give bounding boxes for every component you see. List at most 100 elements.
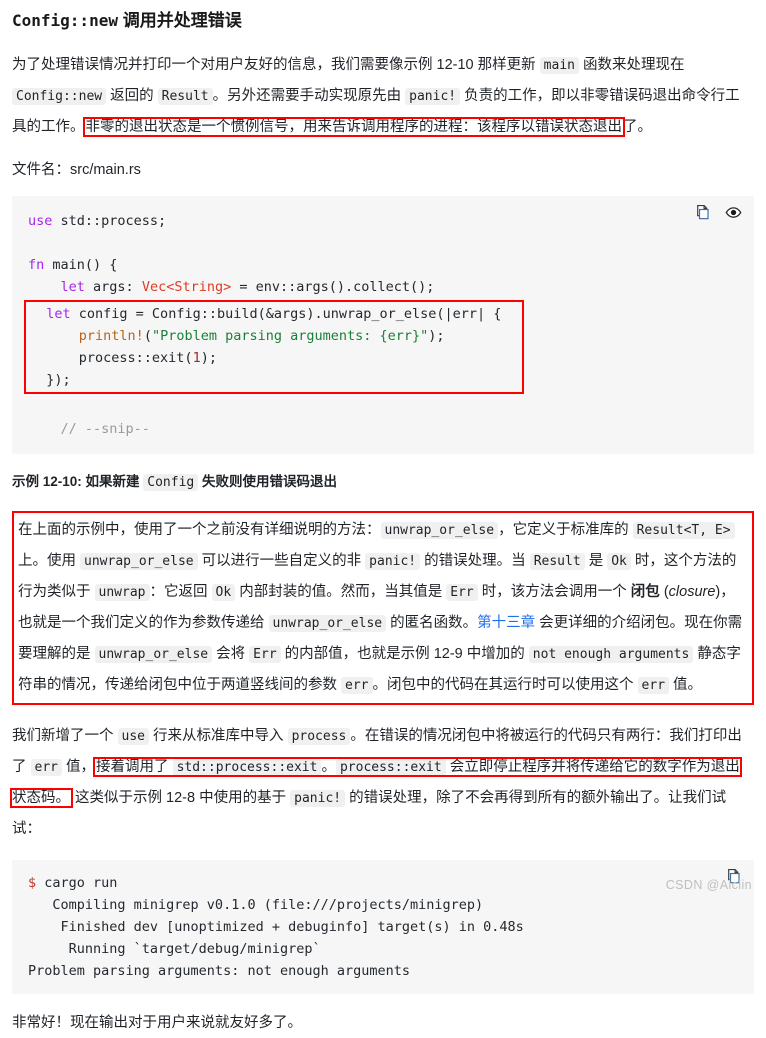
code-text: = env::args().collect();	[231, 279, 435, 296]
eye-icon[interactable]	[725, 204, 742, 221]
terminal-line: Compiling minigrep v0.1.0 (file:///proje…	[28, 897, 484, 914]
inline-code-process-exit: process::exit	[335, 759, 446, 777]
text-segment: ：它返回	[149, 584, 212, 601]
inline-code-unwrap-or-else: unwrap_or_else	[268, 615, 387, 633]
text-segment: 返回的	[106, 88, 158, 105]
inline-code-std-process-exit: std::process::exit	[172, 759, 322, 777]
listing-caption: 示例 12-10: 如果新建 Config 失败则使用错误码退出	[12, 470, 754, 495]
code-block-actions	[694, 204, 742, 221]
text-segment: 了。	[623, 119, 652, 136]
text-segment: 我们新增了一个	[12, 728, 118, 745]
inline-code-main: main	[539, 57, 579, 75]
bold-term-closure: 闭包	[630, 584, 660, 601]
filename-line: 文件名：src/main.rs	[12, 158, 754, 182]
code-type-vec-string: Vec<String>	[141, 279, 232, 296]
inline-code-result: Result	[529, 553, 585, 571]
terminal-command: cargo run	[36, 875, 118, 892]
inline-code-err-param: err	[30, 759, 63, 777]
filename-label: 文件名：	[12, 162, 70, 179]
inline-code-unwrap-or-else: unwrap_or_else	[380, 522, 499, 540]
text-segment: 的内部值，也就是示例 12-9 中增加的	[280, 646, 529, 663]
text-segment: 行来从标准库中导入	[149, 728, 288, 745]
code-text: main() {	[44, 257, 118, 274]
text-segment: 的匿名函数。	[386, 615, 478, 632]
text-segment: 上。使用	[18, 553, 81, 570]
code-text: );	[428, 328, 445, 345]
text-segment: ，它定义于标准库的	[498, 522, 633, 539]
text-segment: 是	[584, 553, 608, 570]
code-text: process::exit(	[30, 350, 193, 367]
code-comment-snip: // --snip--	[28, 421, 150, 438]
process-paragraph: 我们新增了一个 use 行来从标准库中导入 process 。在错误的情况闭包中将…	[10, 721, 754, 844]
explanation-paragraph: 在上面的示例中，使用了一个之前没有详细说明的方法： unwrap_or_else，…	[18, 515, 748, 701]
text-segment: 。另外还需要手动实现原先由	[212, 88, 406, 105]
inline-code-panic: panic!	[365, 553, 421, 571]
inline-code-process: process	[287, 728, 351, 746]
text-segment: 接着调用了	[96, 759, 173, 776]
text-segment: 可以进行一些自定义的非	[197, 553, 366, 570]
text-segment: (	[659, 584, 669, 601]
text-segment: 这类似于示例 12-8 中使用的基于	[71, 790, 291, 807]
inline-code-err: Err	[249, 646, 281, 664]
code-block-rust: use std::process; fn main() { let args: …	[12, 196, 754, 455]
inline-code-result: Result	[157, 88, 213, 106]
link-chapter-13[interactable]: 第十三章	[477, 615, 535, 631]
text-segment: 值。	[669, 677, 703, 694]
closing-paragraph: 非常好！现在输出对于用户来说就友好多了。	[12, 1015, 302, 1032]
page-title-code: Config::new	[12, 11, 118, 30]
inline-code-err-param: err	[341, 677, 373, 695]
inline-code-config-new: Config::new	[12, 88, 107, 106]
italic-term-closure: closure	[668, 584, 716, 601]
code-keyword-let: let	[46, 306, 71, 323]
red-annotation-highlight-1: 非零的退出状态是一个惯例信号，用来告诉调用程序的进程：该程序以错误状态退出	[82, 117, 625, 138]
inline-code-result-generic: Result<T, E>	[632, 522, 735, 540]
text-segment: 为了处理错误情况并打印一个对用户友好的信息，我们需要像示例 12-10 那样更新	[12, 57, 540, 74]
code-keyword-fn: fn	[28, 257, 45, 274]
text-segment: 。	[321, 759, 336, 776]
code-text: config = Config::build(&args).unwrap_or_…	[70, 306, 502, 323]
code-text: (	[143, 328, 152, 345]
inline-code-panic: panic!	[405, 88, 461, 106]
terminal-line: Running `target/debug/minigrep`	[28, 941, 321, 958]
inline-code-unwrap-or-else: unwrap_or_else	[94, 646, 213, 664]
code-keyword-use: use	[28, 213, 53, 230]
inline-code-ok: Ok	[607, 553, 631, 571]
terminal-line: Finished dev [unoptimized + debuginfo] t…	[28, 919, 524, 936]
code-text: args:	[84, 279, 142, 296]
code-text: });	[30, 372, 71, 389]
inline-code-panic: panic!	[290, 790, 346, 808]
watermark: CSDN @Aiclin	[665, 878, 752, 892]
text-segment: 的错误处理。当	[420, 553, 530, 570]
article-page: Config::new 调用并处理错误 为了处理错误情况并打印一个对用户友好的信…	[0, 0, 766, 1038]
inline-code-config: Config	[143, 474, 199, 492]
terminal-line: Problem parsing arguments: not enough ar…	[28, 963, 411, 980]
terminal-output-block: $ cargo run Compiling minigrep v0.1.0 (f…	[12, 860, 754, 995]
terminal-prompt: $	[28, 875, 37, 892]
red-annotation-code-box: let config = Config::build(&args).unwrap…	[24, 300, 524, 395]
intro-paragraph: 为了处理错误情况并打印一个对用户友好的信息，我们需要像示例 12-10 那样更新…	[12, 50, 754, 142]
code-string-literal: "Problem parsing arguments: {err}"	[151, 328, 429, 345]
inline-code-use: use	[117, 728, 150, 746]
text-segment: 在上面的示例中，使用了一个之前没有详细说明的方法：	[18, 522, 381, 539]
inline-code-err: Err	[446, 584, 478, 602]
text-segment: 。闭包中的代码在其运行时可以使用这个	[372, 677, 638, 694]
page-title-text: 调用并处理错误	[117, 11, 242, 30]
inline-code-not-enough-arguments: not enough arguments	[528, 646, 694, 664]
page-title: Config::new 调用并处理错误	[12, 10, 754, 32]
red-annotation-block-1: 在上面的示例中，使用了一个之前没有详细说明的方法： unwrap_or_else，…	[12, 511, 754, 706]
inline-code-ok: Ok	[211, 584, 236, 602]
code-text: std::process;	[52, 213, 167, 230]
code-text: );	[200, 350, 217, 367]
copy-icon[interactable]	[694, 204, 711, 221]
inline-code-unwrap: unwrap	[94, 584, 150, 602]
text-segment: 内部封装的值。然而，当其值是	[235, 584, 447, 601]
text-segment: 会将	[212, 646, 250, 663]
code-keyword-let: let	[60, 279, 85, 296]
code-number-literal: 1	[192, 350, 201, 367]
text-segment: 函数来处理现在	[578, 57, 685, 74]
filename-value: src/main.rs	[70, 162, 141, 179]
inline-code-err-param: err	[637, 677, 670, 695]
